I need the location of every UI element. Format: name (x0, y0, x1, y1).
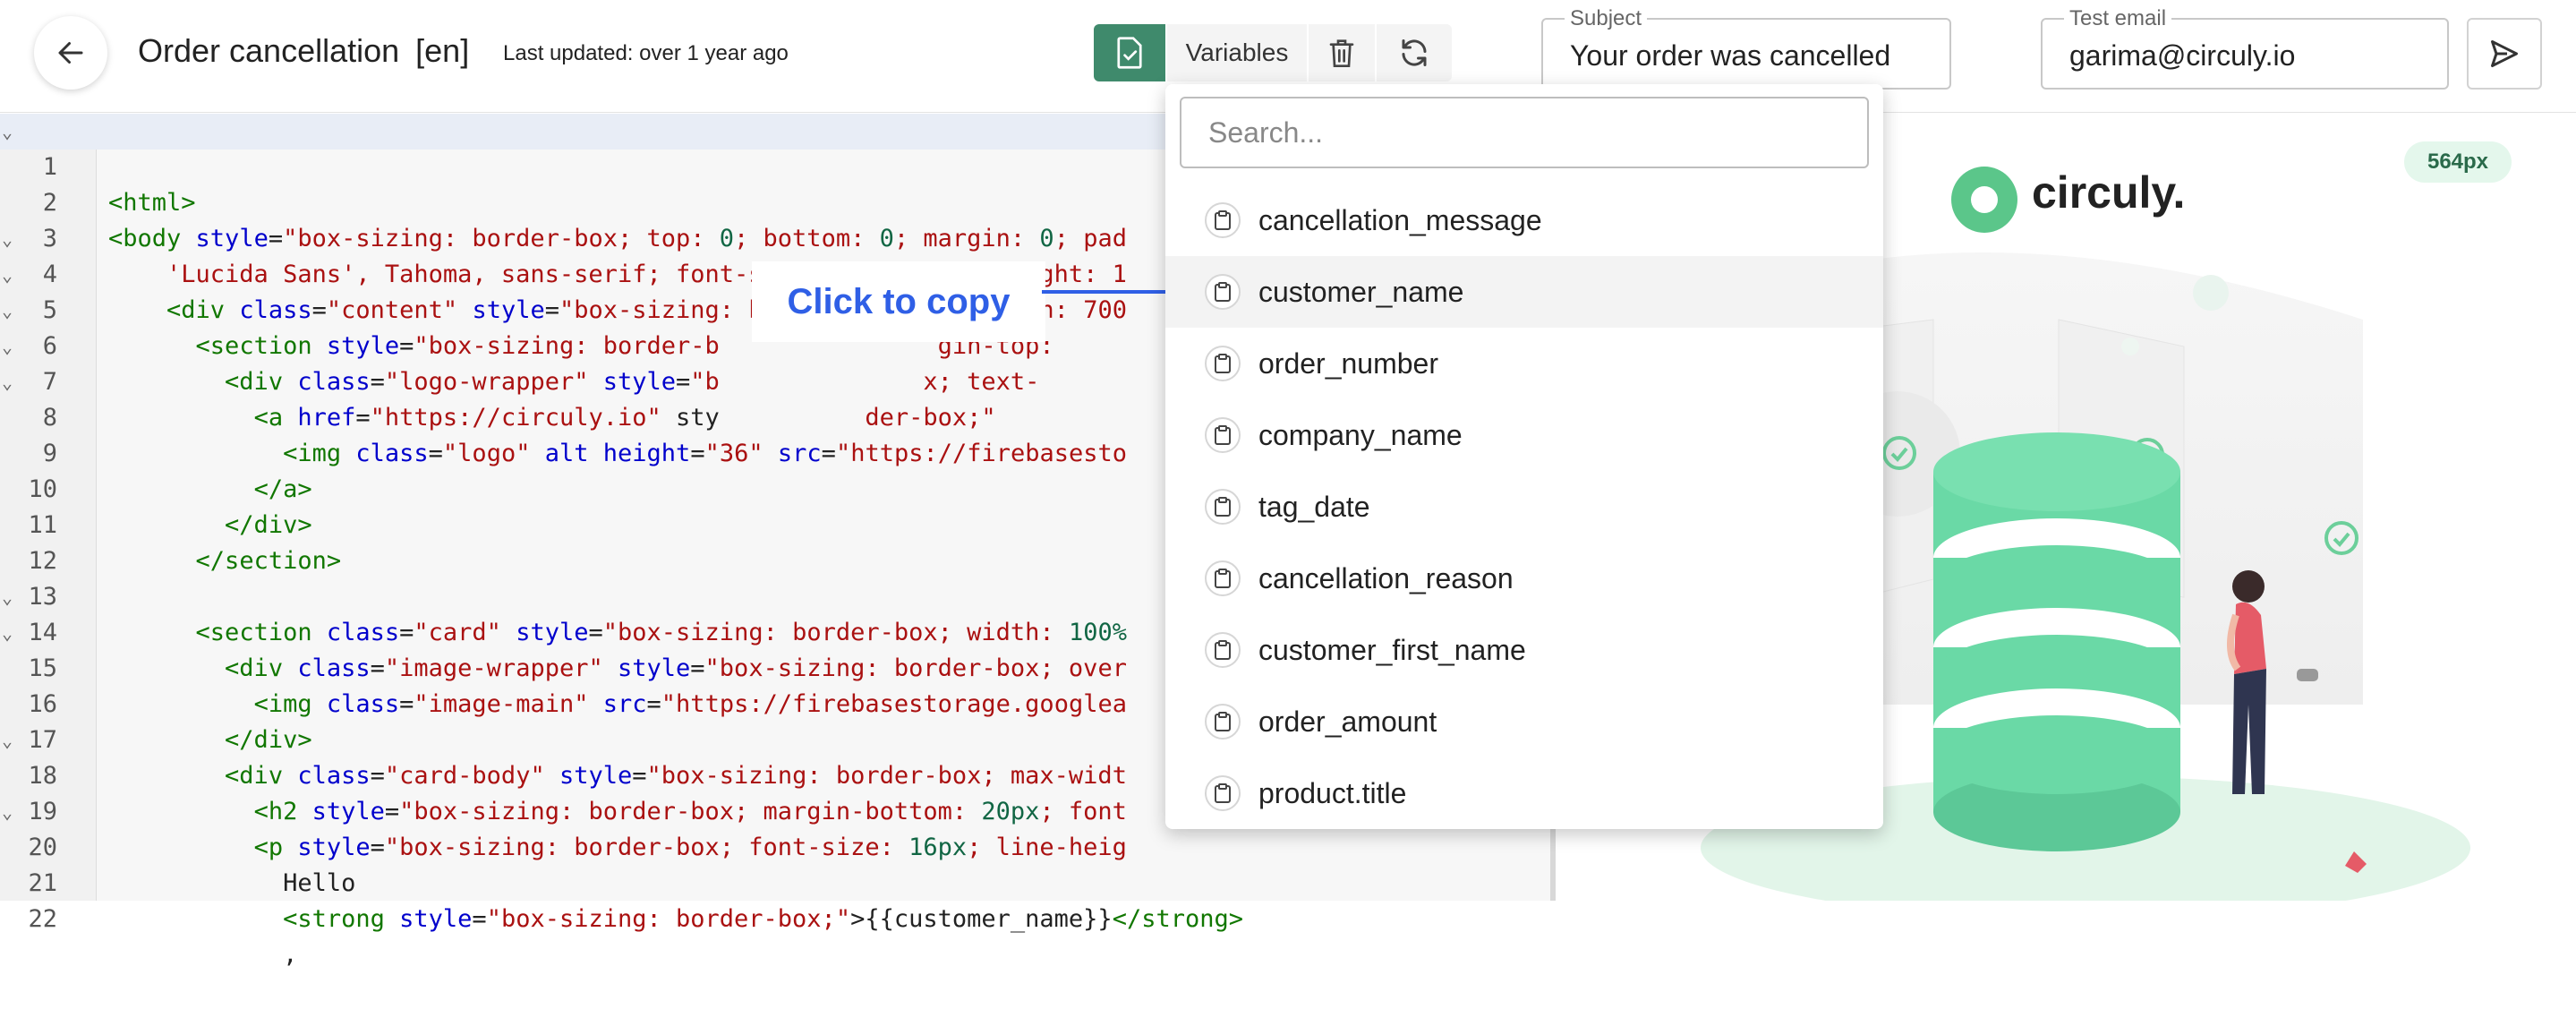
variable-item[interactable]: order_number (1165, 328, 1883, 399)
last-updated-text: Last updated: over 1 year ago (503, 41, 789, 65)
save-template-button[interactable] (1094, 24, 1165, 81)
line-number: 22 (28, 905, 57, 933)
variable-item[interactable]: customer_first_name (1165, 614, 1883, 686)
clipboard-icon[interactable] (1205, 274, 1241, 310)
variables-button[interactable]: Variables (1167, 24, 1307, 81)
language-tag: [en] (415, 32, 470, 69)
variable-search-field[interactable] (1180, 97, 1869, 168)
refresh-icon (1402, 39, 1427, 66)
code-text: , (108, 941, 298, 969)
variable-item[interactable]: cancellation_message (1165, 184, 1883, 256)
variable-item[interactable]: product.title (1165, 757, 1883, 829)
clipboard-icon[interactable] (1205, 417, 1241, 453)
clipboard-icon[interactable] (1205, 489, 1241, 525)
refresh-button[interactable] (1377, 24, 1452, 81)
subject-label: Subject (1565, 6, 1648, 31)
page-title: Order cancellation [en] (138, 32, 469, 70)
clipboard-icon[interactable] (1205, 346, 1241, 381)
clipboard-icon[interactable] (1205, 560, 1241, 596)
test-email-label: Test email (2064, 6, 2172, 31)
test-email-input[interactable]: garima@circuly.io (2069, 39, 2436, 73)
variable-name: cancellation_message (1258, 204, 1542, 236)
variable-name: company_name (1258, 419, 1463, 451)
variable-item[interactable]: company_name (1165, 399, 1883, 471)
variables-dropdown: cancellation_message customer_name order… (1165, 84, 1883, 829)
code-text: <strong style="box-sizing: border-box;">… (283, 905, 1243, 933)
variable-name: order_amount (1258, 705, 1437, 738)
clipboard-icon[interactable] (1205, 202, 1241, 238)
copy-tooltip: Click to copy (752, 261, 1045, 342)
send-test-email-button[interactable] (2467, 18, 2542, 90)
variable-search-input[interactable] (1208, 113, 1835, 152)
arrow-left-icon (58, 42, 83, 64)
variable-item[interactable]: tag_date (1165, 471, 1883, 543)
clipboard-icon[interactable] (1205, 632, 1241, 668)
variable-name: tag_date (1258, 491, 1370, 523)
clipboard-icon[interactable] (1205, 775, 1241, 811)
chevron-down-icon[interactable]: ⌄ (2, 114, 13, 150)
template-name: Order cancellation (138, 32, 400, 69)
variable-name: cancellation_reason (1258, 562, 1514, 594)
delete-button[interactable] (1309, 24, 1375, 81)
code-line[interactable]: 21 <strong style="box-sizing: border-box… (0, 830, 1556, 933)
subject-input[interactable]: Your order was cancelled (1570, 39, 1939, 73)
variable-name: customer_first_name (1258, 634, 1526, 666)
variable-name: product.title (1258, 777, 1407, 809)
code-line[interactable]: 22 , (0, 866, 1556, 969)
variable-name: customer_name (1258, 276, 1464, 308)
preview-width-badge: 564px (2404, 141, 2512, 183)
test-email-field[interactable]: Test email garima@circuly.io (2041, 6, 2449, 90)
trash-icon (1329, 39, 1354, 67)
clipboard-icon[interactable] (1205, 704, 1241, 740)
save-template-icon (1117, 37, 1142, 69)
brand-logo-icon (1951, 167, 2017, 233)
subject-field[interactable]: Subject Your order was cancelled (1541, 6, 1951, 90)
send-icon (2491, 40, 2518, 67)
variable-item[interactable]: cancellation_reason (1165, 543, 1883, 614)
brand-logo-text: circuly. (2032, 167, 2186, 218)
back-button[interactable] (34, 16, 107, 90)
variable-item[interactable]: customer_name (1165, 256, 1883, 328)
variable-item[interactable]: order_amount (1165, 686, 1883, 757)
variable-name: order_number (1258, 347, 1438, 380)
